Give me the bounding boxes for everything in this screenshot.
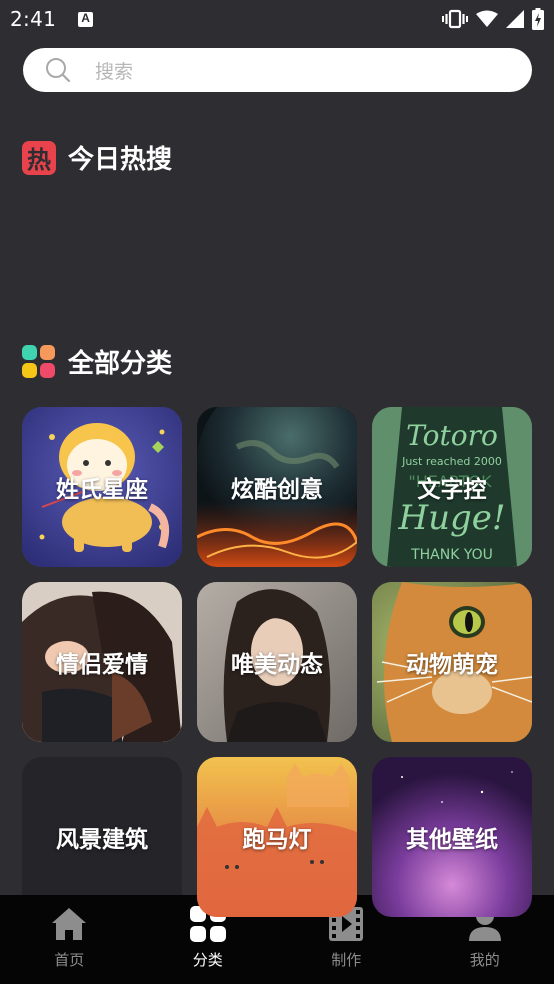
nav-label: 首页 [54, 951, 85, 969]
search-input[interactable]: 搜索 [23, 48, 532, 92]
category-label: 情侣爱情 [56, 652, 148, 678]
categories-section-header: 全部分类 [22, 343, 172, 380]
category-label: 炫酷创意 [231, 477, 323, 503]
category-tile-couple-love[interactable]: 情侣爱情 [22, 582, 182, 742]
category-tile-scenery-architecture[interactable]: 风景建筑 [22, 757, 182, 917]
hot-icon-glyph: 热 [27, 146, 51, 174]
status-bar: 2:41 [0, 0, 554, 38]
status-time: 2:41 [10, 7, 57, 31]
category-label: 其他壁纸 [406, 827, 498, 853]
vibrate-icon [442, 9, 468, 29]
svg-text:Totoro: Totoro [406, 419, 498, 452]
grid-icon [22, 344, 56, 379]
category-tile-marquee[interactable]: 跑马灯 [197, 757, 357, 917]
nav-item-home[interactable]: 首页 [0, 895, 139, 984]
search-placeholder: 搜索 [95, 60, 134, 83]
nav-label: 我的 [469, 951, 500, 969]
nav-label: 制作 [331, 951, 362, 969]
search-icon [46, 58, 71, 83]
svg-text:THANK YOU: THANK YOU [410, 547, 493, 563]
hot-section-header: 热 今日热搜 [22, 139, 172, 176]
hot-section-title: 今日热搜 [68, 145, 173, 175]
battery-charging-icon [532, 8, 544, 30]
category-label: 跑马灯 [242, 827, 312, 853]
categories-section-title: 全部分类 [68, 349, 173, 379]
category-tile-surname-zodiac[interactable]: 姓氏星座 [22, 407, 182, 567]
app-screen: 2:41 A 搜索 热 今日热搜 全部分类 姓氏星座 炫酷创意 Totoro J… [0, 0, 554, 984]
status-icons [442, 8, 544, 30]
category-tile-animal-pets[interactable]: 动物萌宠 [372, 582, 532, 742]
category-tile-text-lovers[interactable]: Totoro Just reached 2000 "HEARTOK Huge! … [372, 407, 532, 567]
category-label: 姓氏星座 [56, 477, 148, 503]
category-label: 风景建筑 [56, 827, 148, 853]
svg-text:Huge!: Huge! [397, 498, 505, 538]
category-tile-aesthetic-dynamic[interactable]: 唯美动态 [197, 582, 357, 742]
category-label: 动物萌宠 [406, 652, 498, 678]
category-tile-other-wallpapers[interactable]: 其他壁纸 [372, 757, 532, 917]
svg-text:Just reached 2000: Just reached 2000 [401, 455, 502, 468]
app-notification-icon [78, 11, 94, 27]
category-label: 唯美动态 [231, 652, 323, 678]
wifi-icon [476, 10, 498, 27]
category-tile-cool-creative[interactable]: 炫酷创意 [197, 407, 357, 567]
category-label: 文字控 [417, 477, 487, 503]
signal-icon [506, 10, 524, 28]
hot-icon: 热 [22, 140, 56, 175]
home-icon [52, 908, 87, 940]
nav-label: 分类 [192, 951, 223, 969]
